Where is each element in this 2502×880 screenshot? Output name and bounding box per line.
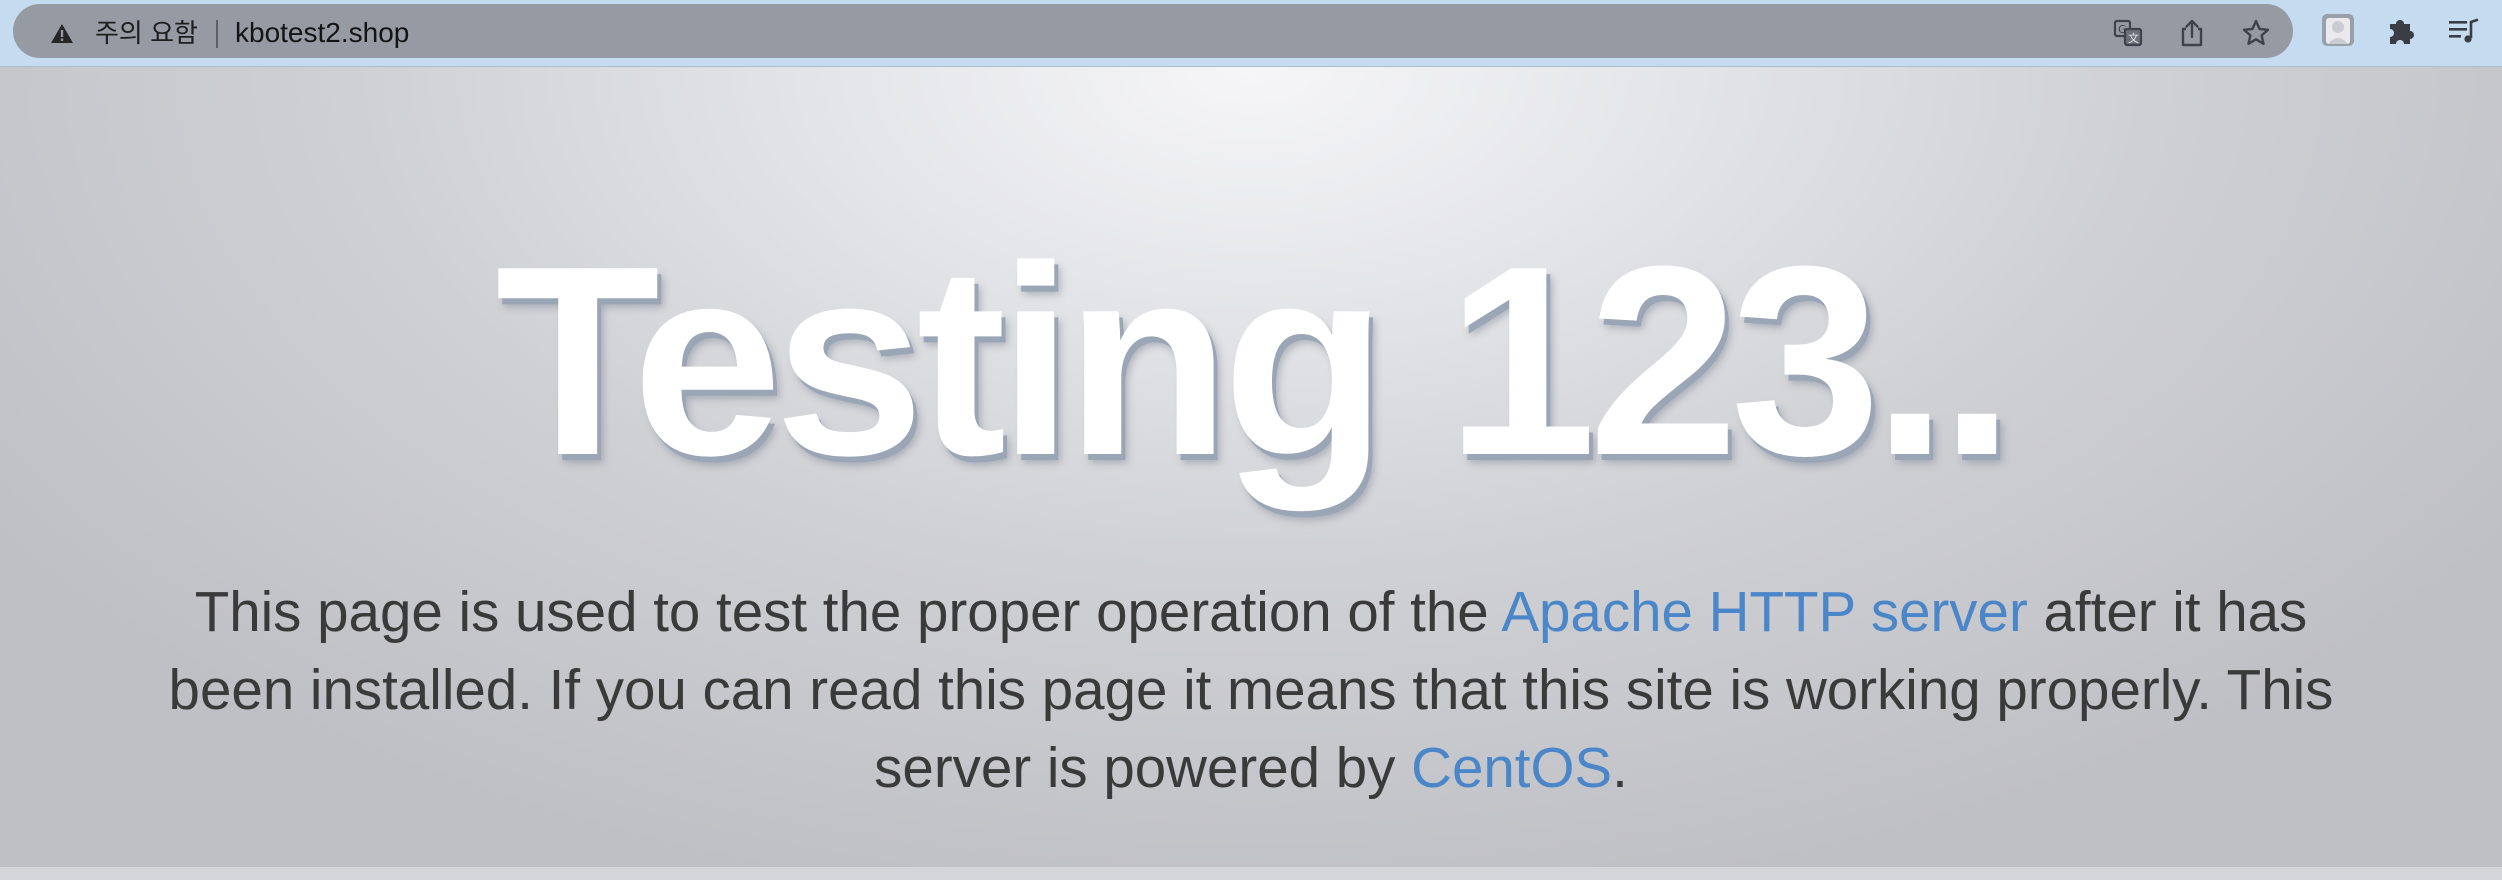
browser-toolbar: 주의 요함 kbotest2.shop G 文	[0, 0, 2502, 67]
svg-text:文: 文	[2128, 31, 2139, 45]
address-bar-divider	[216, 20, 218, 48]
security-status-label[interactable]: 주의 요함	[95, 16, 198, 50]
share-icon[interactable]	[2177, 18, 2207, 48]
reading-list-icon[interactable]	[2446, 14, 2480, 48]
translate-icon[interactable]: G 文	[2113, 18, 2143, 48]
intro-text-end: .	[1612, 736, 1628, 799]
page-title: Testing 123..	[495, 211, 2015, 512]
intro-text-part1: This page is used to test the proper ope…	[194, 580, 1502, 643]
profile-avatar-icon[interactable]	[2320, 12, 2356, 48]
address-bar[interactable]: 주의 요함 kbotest2.shop G 文	[13, 4, 2293, 58]
centos-link[interactable]: CentOS	[1411, 736, 1612, 799]
apache-http-server-link[interactable]: Apache HTTP server	[1501, 580, 2028, 643]
page-bottom-divider	[0, 867, 2502, 880]
page-content: Testing 123.. This page is used to test …	[0, 67, 2502, 867]
url-text[interactable]: kbotest2.shop	[235, 16, 409, 50]
puzzle-icon[interactable]	[2384, 14, 2418, 48]
star-icon[interactable]	[2241, 18, 2271, 48]
warning-triangle-icon[interactable]	[50, 23, 74, 44]
intro-paragraph: This page is used to test the proper ope…	[165, 573, 2337, 807]
